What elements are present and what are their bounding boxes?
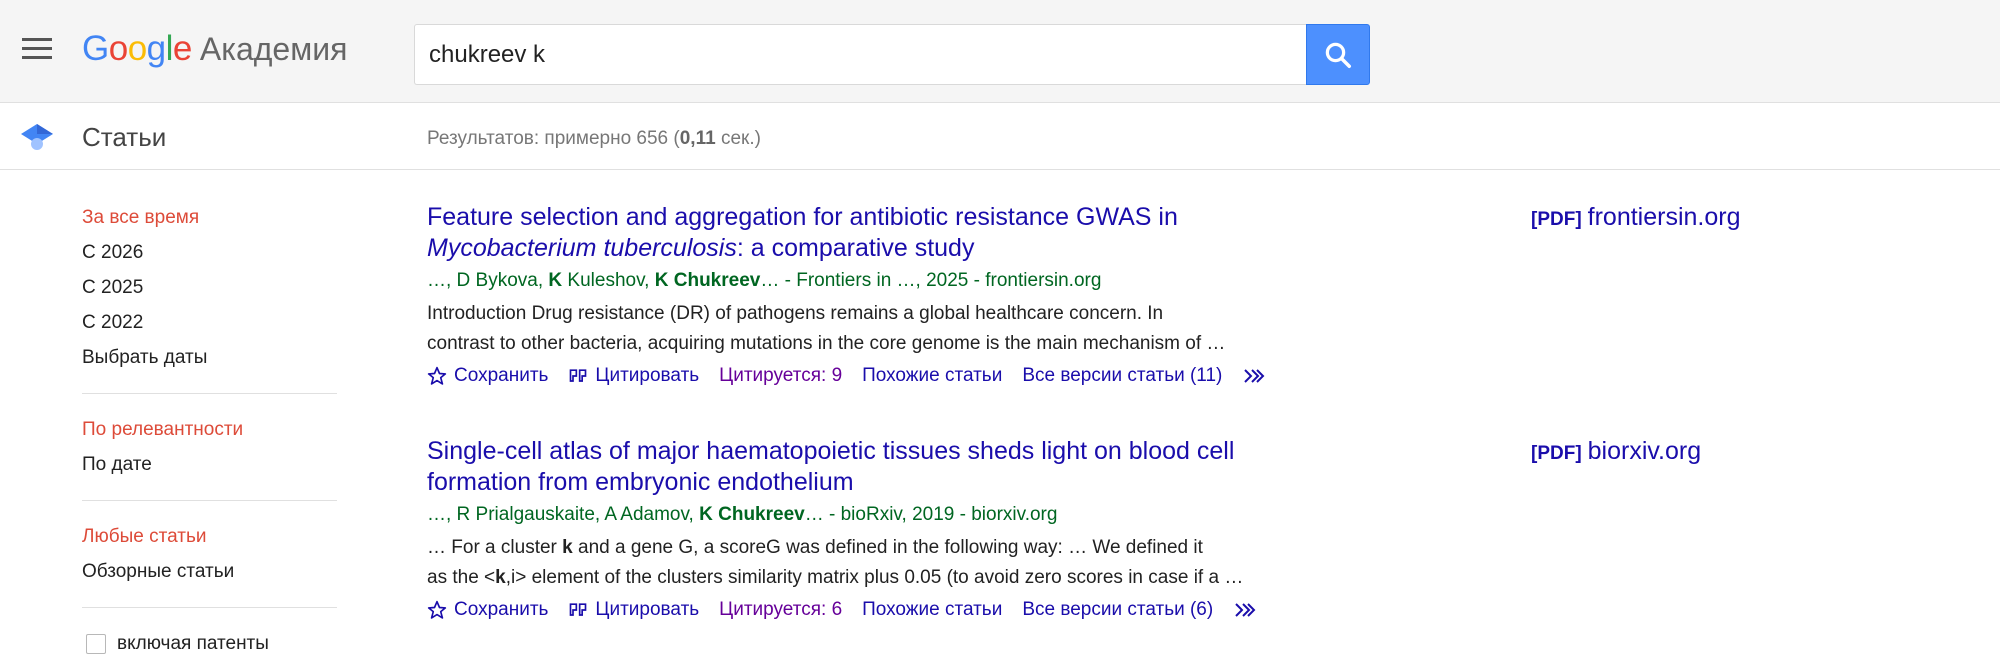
logo[interactable]: Google Академия [82,26,347,72]
logo-letter: o [127,29,147,68]
pdf-tag: [PDF] [1531,443,1582,464]
pdf-source: frontiersin.org [1587,203,1741,231]
author-highlight: K [548,270,563,291]
result-snippet: … For a cluster k and a gene G, a scoreG… [427,533,1327,593]
related-articles-link[interactable]: Похожие статьи [862,595,1002,625]
results-count: Результатов: примерно 656 (0,11 сек.) [427,126,761,152]
cited-by-link[interactable]: Цитируется: 6 [719,595,842,625]
include-patents-option[interactable]: включая патенты [82,626,337,661]
sort-by-date[interactable]: По дате [82,447,337,482]
author-highlight: K Chukreev [654,270,761,291]
menu-icon[interactable] [22,38,52,62]
include-patents-checkbox[interactable] [86,633,106,654]
result-title-text: formation from embryonic endothelium [427,468,854,496]
divider [82,500,337,501]
header: Google Академия [0,0,2000,103]
pdf-source: biorxiv.org [1587,437,1702,465]
save-label: Сохранить [454,365,549,386]
save-label: Сохранить [454,599,549,620]
filter-since-2022[interactable]: С 2022 [82,305,337,340]
result-item: Single-cell atlas of major haematopoieti… [427,436,1327,625]
results-suffix: сек.) [715,128,761,149]
all-versions-link[interactable]: Все версии статьи (11) [1022,361,1222,391]
snippet-line: … For a cluster k and a gene G, a scoreG… [427,533,1327,563]
result-title-text: Feature selection and aggregation for an… [427,203,1178,231]
logo-letter: G [82,29,109,68]
sidebar: За все время С 2026 С 2025 С 2022 Выбрат… [82,200,337,661]
snippet-line: Introduction Drug resistance (DR) of pat… [427,303,1164,324]
filter-since-2025[interactable]: С 2025 [82,270,337,305]
logo-letter: o [108,29,128,68]
logo-letter: e [172,29,192,68]
result-title-link[interactable]: Feature selection and aggregation for an… [427,202,1327,264]
search-icon [1325,42,1351,68]
author-text: Kuleshov, [562,270,655,291]
save-link[interactable]: Сохранить [427,595,548,625]
result-title-text: Single-cell atlas of major haematopoieti… [427,437,1235,465]
quote-icon [570,603,587,616]
pdf-link[interactable]: [PDF] frontiersin.org [1531,202,1741,235]
subheader: Статьи Результатов: примерно 656 (0,11 с… [0,104,2000,170]
more-link[interactable] [1233,601,1257,619]
more-link[interactable] [1242,367,1266,385]
publication-info: … - bioRxiv, 2019 - biorxiv.org [804,504,1058,525]
result-item: Feature selection and aggregation for an… [427,202,1327,391]
author-text: …, R Prialgauskaite, A Adamov, [427,504,700,525]
logo-letter: l [165,29,174,68]
logo-letter: g [146,29,166,68]
author-highlight: K Chukreev [699,504,805,525]
type-any-articles[interactable]: Любые статьи [82,519,337,554]
double-chevron-icon [1235,603,1256,617]
result-authors: …, R Prialgauskaite, A Adamov, K Chukree… [427,501,1327,529]
cited-by-link[interactable]: Цитируется: 9 [719,361,842,391]
cite-label: Цитировать [595,365,700,386]
result-title-link[interactable]: Single-cell atlas of major haematopoieti… [427,436,1327,498]
result-title-italic: Mycobacterium tuberculosis [427,234,737,262]
snippet-highlight: k [562,537,573,558]
double-chevron-icon [1244,369,1265,383]
search-input[interactable] [415,25,1307,84]
logo-suffix: Академия [199,31,348,67]
save-link[interactable]: Сохранить [427,361,548,391]
snippet-text: ,i> element of the clusters similarity m… [505,567,1244,588]
type-review-articles[interactable]: Обзорные статьи [82,554,337,589]
sort-by-relevance[interactable]: По релевантности [82,412,337,447]
search-box [414,24,1307,85]
result-title-text: : a comparative study [736,234,975,262]
divider [82,607,337,608]
result-actions: Сохранить Цитировать Цитируется: 9 Похож… [427,361,1327,391]
cite-link[interactable]: Цитировать [568,595,699,625]
all-versions-link[interactable]: Все версии статьи (6) [1022,595,1213,625]
star-icon [427,366,447,385]
pdf-link[interactable]: [PDF] biorxiv.org [1531,436,1701,469]
result-authors: …, D Bykova, K Kuleshov, K Chukreev… - F… [427,267,1327,295]
snippet-text: as the < [427,567,496,588]
pdf-tag: [PDF] [1531,209,1582,230]
result-snippet: Introduction Drug resistance (DR) of pat… [427,299,1327,359]
cite-label: Цитировать [595,599,700,620]
filter-since-2026[interactable]: С 2026 [82,235,337,270]
section-title[interactable]: Статьи [82,120,166,154]
filter-any-time[interactable]: За все время [82,200,337,235]
star-icon [427,600,447,619]
snippet-text: … For a cluster [427,537,563,558]
snippet-text: and a gene G, a scoreG was defined in th… [572,537,1203,558]
related-articles-link[interactable]: Похожие статьи [862,361,1002,391]
snippet-highlight: k [495,567,506,588]
result-actions: Сохранить Цитировать Цитируется: 6 Похож… [427,595,1327,625]
divider [82,393,337,394]
snippet-line: contrast to other bacteria, acquiring mu… [427,333,1226,354]
quote-icon [570,369,587,382]
cite-link[interactable]: Цитировать [568,361,699,391]
publication-info: … - Frontiers in …, 2025 - frontiersin.o… [760,270,1102,291]
results-time: 0,11 [679,128,716,149]
search-button[interactable] [1306,24,1370,85]
filter-custom-range[interactable]: Выбрать даты [82,340,337,375]
include-patents-label: включая патенты [117,633,269,654]
snippet-line: as the <k,i> element of the clusters sim… [427,563,1327,593]
graduation-cap-icon [21,124,53,150]
results-prefix: Результатов: примерно 656 ( [427,128,680,149]
author-text: …, D Bykova, [427,270,549,291]
